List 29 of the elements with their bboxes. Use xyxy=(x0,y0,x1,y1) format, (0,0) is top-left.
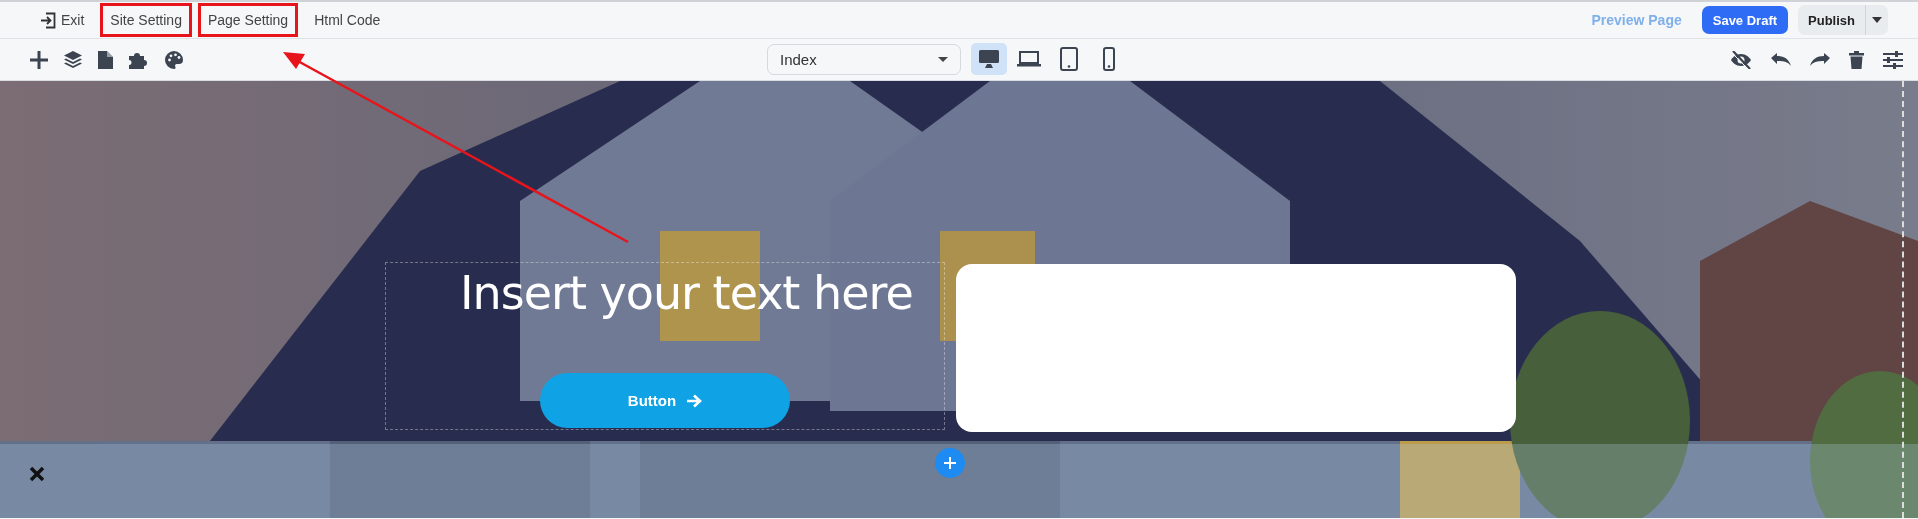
menu-link[interactable]: Page Setting xyxy=(197,3,299,37)
palette-icon[interactable] xyxy=(165,50,183,69)
arrow-right-icon xyxy=(686,393,703,408)
add-icon xyxy=(944,457,956,469)
settings-sliders-icon[interactable] xyxy=(1883,50,1903,69)
hidden-icon[interactable] xyxy=(1730,50,1752,69)
exit-button[interactable]: Exit xyxy=(30,3,95,37)
caret-icon xyxy=(938,56,948,62)
save-draft-button[interactable]: Save Draft xyxy=(1701,6,1789,34)
exit-icon xyxy=(40,11,57,29)
device-toggle[interactable] xyxy=(971,43,1007,75)
undo-icon[interactable] xyxy=(1771,52,1791,67)
publish-button[interactable]: Publish xyxy=(1798,5,1866,35)
trash-icon[interactable] xyxy=(1849,50,1864,69)
caret-icon xyxy=(1872,17,1882,23)
page-select[interactable]: Index xyxy=(767,43,961,75)
close-icon[interactable] xyxy=(29,466,45,482)
layers-icon[interactable] xyxy=(64,50,82,69)
add-icon[interactable] xyxy=(30,50,48,69)
laptop-icon xyxy=(1017,51,1041,67)
menu-link[interactable]: Site Setting xyxy=(100,3,192,37)
tablet-icon xyxy=(1060,47,1078,71)
file-icon[interactable] xyxy=(98,50,113,69)
redo-icon[interactable] xyxy=(1810,52,1830,67)
hero-heading: Insert your text here xyxy=(460,266,913,320)
phone-icon xyxy=(1103,47,1115,71)
desktop-icon xyxy=(978,49,1000,69)
puzzle-icon[interactable] xyxy=(129,50,149,69)
menu-link[interactable]: Html Code xyxy=(304,3,391,37)
